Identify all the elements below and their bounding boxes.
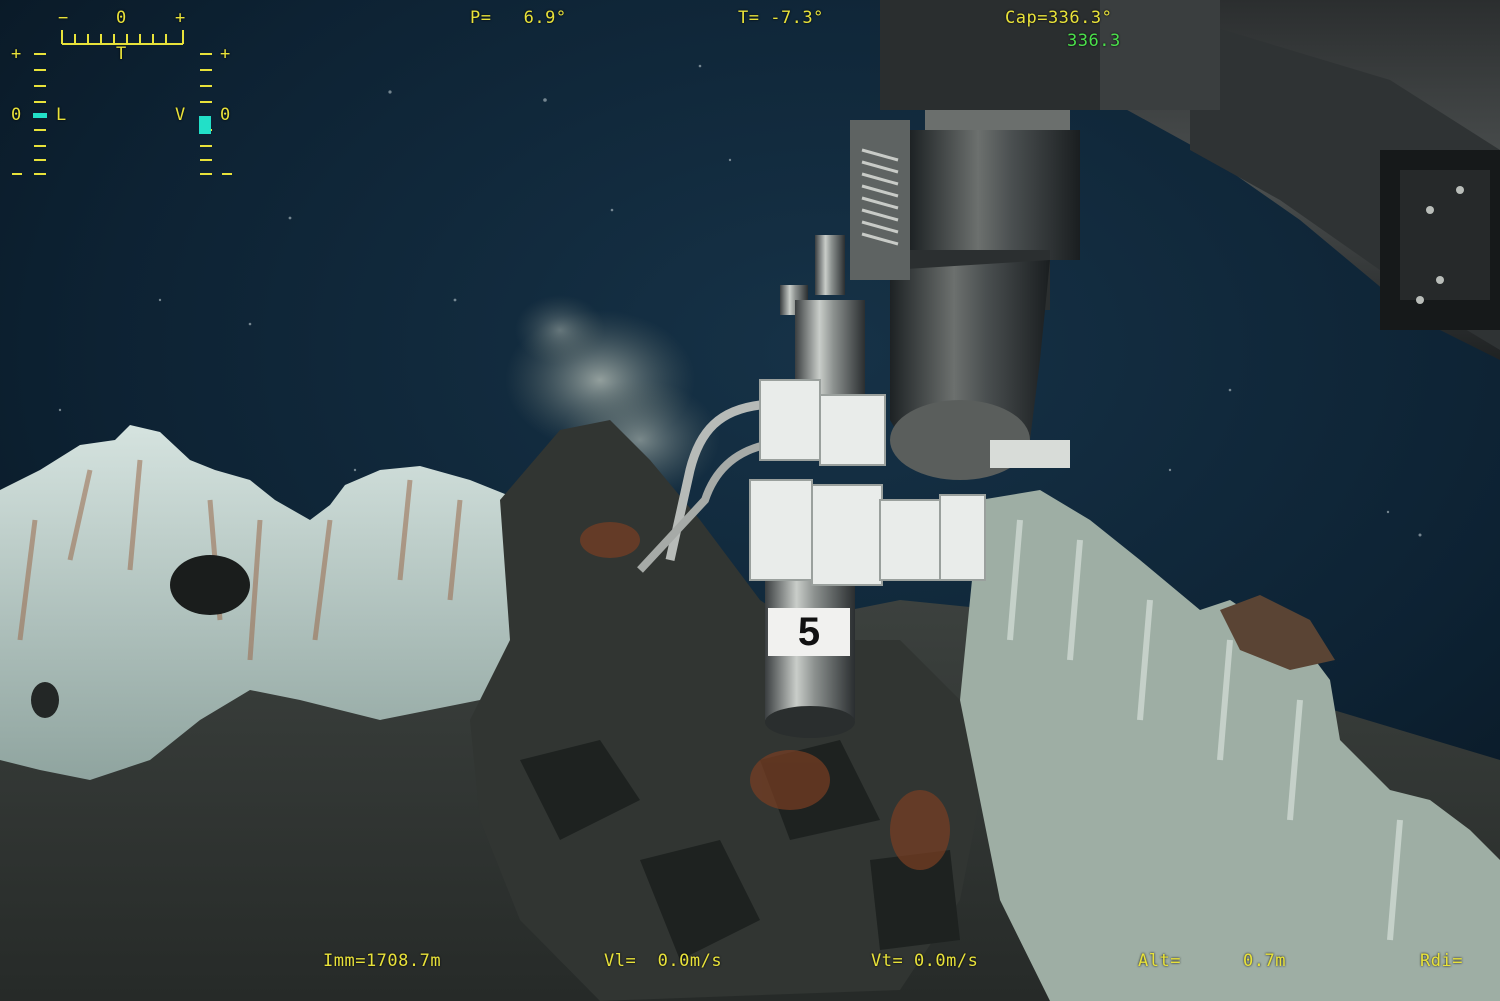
velocity-longitudinal-readout: Vl= 0.0m/s <box>604 951 723 971</box>
right-scale-plus: + <box>220 44 231 64</box>
rdi-readout: Rdi= <box>1420 951 1463 971</box>
right-scale-letter: V <box>175 105 186 125</box>
right-scale-zero: 0 <box>220 105 231 125</box>
sample-number-label: 5 <box>798 610 820 654</box>
vertical-marker <box>199 116 211 134</box>
velocity-transverse-readout: Vt= 0.0m/s <box>871 951 979 971</box>
tilt-minus: − <box>58 8 69 28</box>
left-scale-letter: L <box>56 105 67 125</box>
tilt-letter: T <box>116 44 127 64</box>
altitude-label: Alt= <box>1138 951 1181 971</box>
heading-readout: Cap=336.3° <box>1005 8 1113 28</box>
heading-secondary-readout: 336.3 <box>1067 31 1121 51</box>
left-scale-zero: 0 <box>11 105 22 125</box>
immersion-readout: Imm=1708.7m <box>323 951 442 971</box>
video-frame: 5 − 0 + T + 0 L + 0 V P= 6.9° T= -7.3° C… <box>0 0 1500 1001</box>
tilt-plus: + <box>175 8 186 28</box>
roll-marker <box>33 113 47 118</box>
temperature-readout: T= -7.3° <box>738 8 824 28</box>
left-scale-plus: + <box>11 44 22 64</box>
tilt-zero: 0 <box>116 8 127 28</box>
pitch-readout: P= 6.9° <box>470 8 567 28</box>
altitude-value: 0.7m <box>1243 951 1286 971</box>
attitude-gauges <box>12 30 232 175</box>
